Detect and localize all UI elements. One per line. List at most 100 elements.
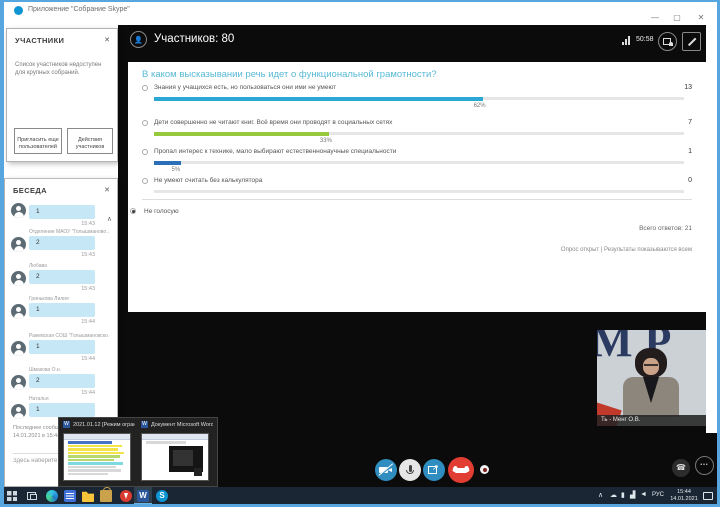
- poll-option-4-radio[interactable]: [142, 178, 148, 184]
- participants-count: Участников: 80: [154, 33, 234, 45]
- meeting-timer: 50:58: [636, 36, 654, 43]
- word-icon: W: [63, 421, 70, 428]
- window-title: Приложение "Собрание Skype": [28, 6, 130, 13]
- preview-title: Документ Microsoft Word - W…: [151, 422, 213, 428]
- phone-audio-button[interactable]: ☎: [672, 459, 690, 477]
- file-explorer-icon[interactable]: [82, 490, 94, 502]
- avatar: [11, 404, 26, 419]
- tray-date: 14.01.2021: [667, 496, 701, 503]
- present-button[interactable]: ↗: [423, 459, 445, 481]
- poll-option-4-label: Не умеют считать без калькулятора: [154, 177, 594, 184]
- hangup-icon: [454, 468, 468, 473]
- participants-panel-title: УЧАСТНИКИ: [15, 36, 64, 45]
- poll-abstain-option[interactable]: Не голосую: [142, 208, 179, 215]
- avatar: [11, 203, 26, 218]
- tray-time: 15:44: [667, 489, 701, 496]
- close-button[interactable]: ✕: [694, 13, 708, 22]
- chat-panel-title: БЕСЕДА: [13, 186, 47, 195]
- poll-bar-fill-2: [154, 161, 181, 165]
- poll-option-3-label: Пропал интерес к технике, мало выбирают …: [154, 148, 594, 155]
- poll-option-2-label: Дети совершенно не читают книг. Всё врем…: [154, 119, 594, 126]
- poll-option-4-votes: 0: [688, 177, 692, 184]
- participants-close-icon[interactable]: ✕: [104, 36, 110, 44]
- poll-bar-fill-0: [154, 97, 483, 101]
- notification-center-icon[interactable]: [703, 492, 713, 500]
- poll-option-2-bar: 33%: [154, 132, 684, 135]
- fullscreen-button[interactable]: [682, 32, 701, 51]
- hidden-icons-chevron[interactable]: ∧: [598, 491, 603, 499]
- screen-edge-top: [0, 0, 720, 2]
- microphone-button[interactable]: [399, 459, 421, 481]
- taskbar: W S ∧ ☁ ▮ ▟ ◄ РУС 15:44 14.01.2021: [0, 487, 720, 505]
- screen-edge-left: [0, 0, 4, 507]
- signal-strength-icon: [622, 35, 632, 45]
- poll-panel: В каком высказывании речь идет о функцио…: [128, 62, 706, 312]
- start-button[interactable]: [6, 490, 18, 502]
- skype-app-icon: [14, 6, 23, 15]
- onedrive-icon[interactable]: ☁: [610, 491, 617, 499]
- poll-percent-1: 33%: [320, 138, 332, 144]
- participants-icon: 👤: [130, 31, 147, 48]
- poll-option-1[interactable]: Знания у учащихся есть, но пользоваться …: [142, 84, 694, 114]
- chat-scroll-up-icon[interactable]: ∧: [107, 215, 112, 223]
- speaker-video-feed[interactable]: МР Ть - Менг О.В.: [597, 330, 707, 426]
- language-indicator[interactable]: РУС: [652, 492, 664, 498]
- clock[interactable]: 15:44 14.01.2021: [667, 489, 701, 503]
- skype-taskbar-button[interactable]: S: [156, 490, 168, 502]
- poll-option-2[interactable]: Дети совершенно не читают книг. Всё врем…: [142, 119, 694, 149]
- poll-option-4[interactable]: Не умеют считать без калькулятора 0: [142, 177, 694, 207]
- document-thumbnail[interactable]: [141, 433, 209, 481]
- poll-question: В каком высказывании речь идет о функцио…: [142, 69, 437, 80]
- camera-off-button[interactable]: [375, 459, 397, 481]
- record-dot-icon: [483, 468, 487, 472]
- preview-title: 2021.01.12 [Режим ограничен…: [73, 422, 135, 428]
- poll-percent-2: 5%: [172, 167, 181, 173]
- avatar: [11, 271, 26, 286]
- volume-icon[interactable]: ◄: [640, 491, 647, 498]
- poll-abstain-radio[interactable]: [130, 208, 136, 214]
- word-taskbar-button[interactable]: W: [134, 487, 152, 505]
- participant-actions-button[interactable]: Действия участников: [67, 128, 113, 154]
- edge-browser-icon[interactable]: [46, 490, 58, 502]
- participants-panel: УЧАСТНИКИ ✕ Список участников недоступен…: [6, 28, 118, 162]
- poll-total-answers: Всего ответов: 21: [639, 225, 692, 232]
- avatar: [11, 341, 26, 356]
- glasses: [644, 364, 658, 366]
- red-app-icon[interactable]: [120, 490, 132, 502]
- invite-users-button[interactable]: Пригласить еще пользователей: [14, 128, 62, 154]
- poll-option-1-bar: 62%: [154, 97, 684, 100]
- minimize-button[interactable]: —: [648, 13, 662, 22]
- poll-option-2-votes: 7: [688, 119, 692, 126]
- word-window-preview-2[interactable]: W Документ Microsoft Word - W…: [141, 421, 215, 484]
- poll-abstain-label: Не голосую: [144, 208, 179, 215]
- task-view-button[interactable]: [26, 490, 38, 502]
- layout-picker-button[interactable]: [658, 32, 677, 51]
- poll-option-1-radio[interactable]: [142, 85, 148, 91]
- document-thumbnail[interactable]: [63, 433, 131, 481]
- blue-app-icon[interactable]: [64, 490, 76, 502]
- poll-option-3-votes: 1: [688, 148, 692, 155]
- poll-status: Опрос открыт | Результаты показываются в…: [561, 247, 692, 253]
- poll-option-3[interactable]: Пропал интерес к технике, мало выбирают …: [142, 148, 694, 178]
- network-icon[interactable]: ▟: [630, 491, 635, 499]
- avatar: [11, 304, 26, 319]
- hangup-button[interactable]: [448, 457, 474, 483]
- speaker-name-label: Ть - Менг О.В.: [597, 415, 707, 426]
- microphone-tray-icon[interactable]: ▮: [621, 491, 625, 499]
- chat-close-icon[interactable]: ✕: [104, 186, 110, 194]
- record-indicator[interactable]: [480, 465, 489, 474]
- lock-app-icon[interactable]: [100, 490, 112, 502]
- window-right-margin: [706, 25, 717, 433]
- word-icon: W: [137, 490, 149, 502]
- poll-option-4-bar: [154, 190, 684, 193]
- poll-option-2-radio[interactable]: [142, 120, 148, 126]
- word-window-preview-1[interactable]: W 2021.01.12 [Режим ограничен…: [63, 421, 137, 484]
- poll-option-3-radio[interactable]: [142, 149, 148, 155]
- taskbar-preview-popup: W 2021.01.12 [Режим ограничен… W Докумен…: [58, 417, 218, 487]
- maximize-button[interactable]: ▢: [670, 13, 684, 22]
- window-titlebar: Приложение "Собрание Skype" — ▢ ✕: [4, 2, 717, 24]
- more-options-button[interactable]: •••: [695, 456, 714, 475]
- poll-percent-0: 62%: [474, 103, 486, 109]
- poll-option-3-bar: 5%: [154, 161, 684, 164]
- chat-message-0: 1 15:43: [5, 203, 117, 211]
